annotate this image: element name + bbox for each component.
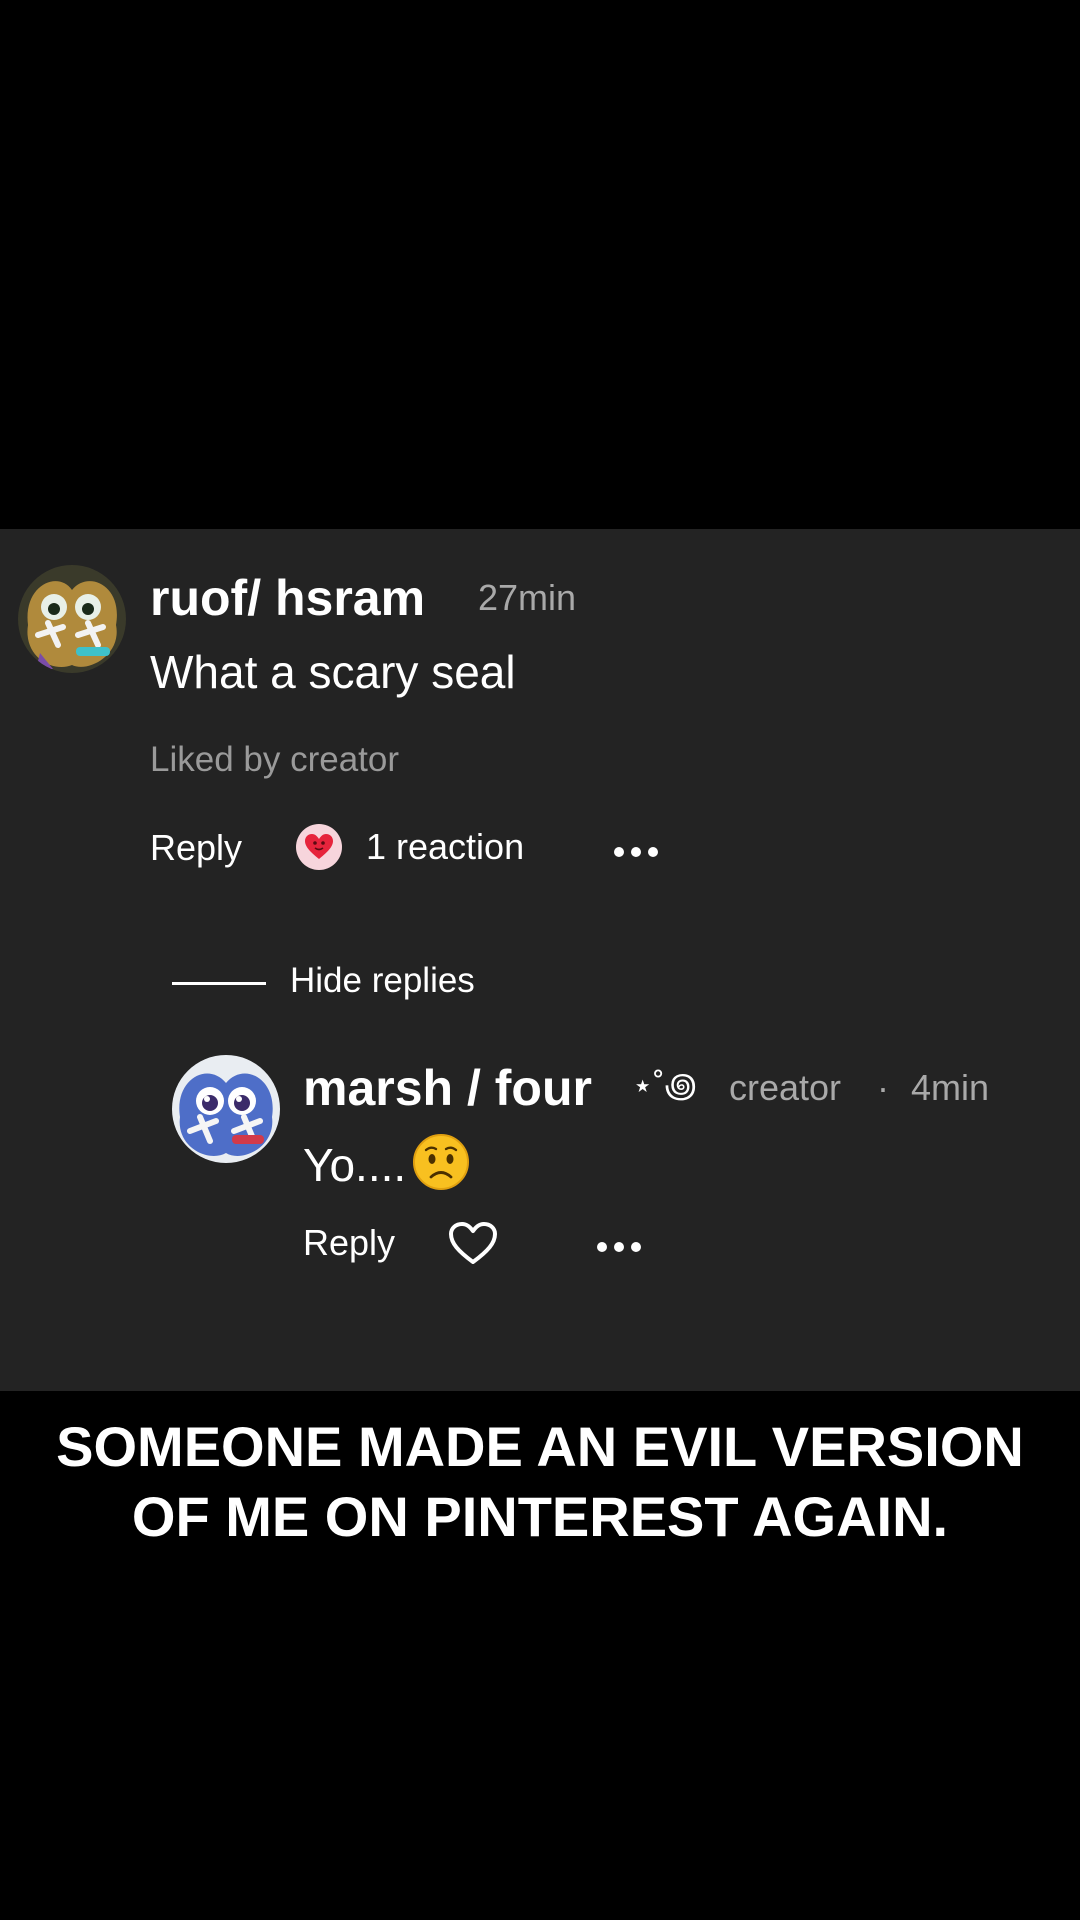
reaction-count: 1 reaction — [366, 826, 525, 867]
commenter-avatar[interactable] — [18, 565, 126, 673]
reaction-button[interactable]: 1 reaction — [296, 824, 524, 870]
reply-more-options-button[interactable] — [597, 1242, 641, 1252]
reply-text-row: Yo.... — [303, 1133, 470, 1196]
video-caption: SOMEONE MADE AN EVIL VERSION OF ME ON PI… — [0, 1412, 1080, 1552]
more-dot — [614, 847, 624, 857]
reply-avatar[interactable] — [172, 1055, 280, 1163]
reply-username-decoration: ⋆˚꩜ — [632, 1067, 697, 1105]
caption-line-2: OF ME ON PINTEREST AGAIN. — [131, 1485, 949, 1548]
liked-by-creator-label: Liked by creator — [150, 740, 400, 779]
commenter-username[interactable]: ruof/ hsram — [150, 569, 425, 627]
more-dot — [597, 1242, 607, 1252]
heart-outline-icon — [448, 1221, 498, 1270]
reply-reply-button[interactable]: Reply — [303, 1222, 395, 1264]
comment-timestamp: 27min — [478, 577, 577, 618]
reply-text: Yo.... — [303, 1138, 407, 1191]
more-dot — [631, 1242, 641, 1252]
caption-line-1: SOMEONE MADE AN EVIL VERSION — [56, 1415, 1024, 1478]
like-button[interactable] — [448, 1221, 498, 1270]
heart-face-emoji-icon — [296, 824, 342, 870]
comment-text: What a scary seal — [150, 646, 516, 698]
more-dot — [648, 847, 658, 857]
meta-separator: · — [877, 1067, 889, 1108]
replies-divider-line — [172, 982, 266, 985]
more-dot — [631, 847, 641, 857]
creator-badge: creator — [729, 1067, 842, 1108]
hide-replies-label: Hide replies — [290, 961, 475, 1000]
worried-face-emoji-icon — [412, 1133, 470, 1196]
more-dot — [614, 1242, 624, 1252]
comment-more-options-button[interactable] — [614, 847, 658, 857]
comment-panel: ruof/ hsram 27min What a scary seal Like… — [0, 529, 1080, 1391]
hide-replies-toggle[interactable]: Hide replies — [172, 959, 512, 1009]
reply-timestamp: 4min — [911, 1067, 990, 1108]
reply-username[interactable]: marsh / four — [303, 1059, 592, 1117]
comment-reply-button[interactable]: Reply — [150, 827, 242, 869]
